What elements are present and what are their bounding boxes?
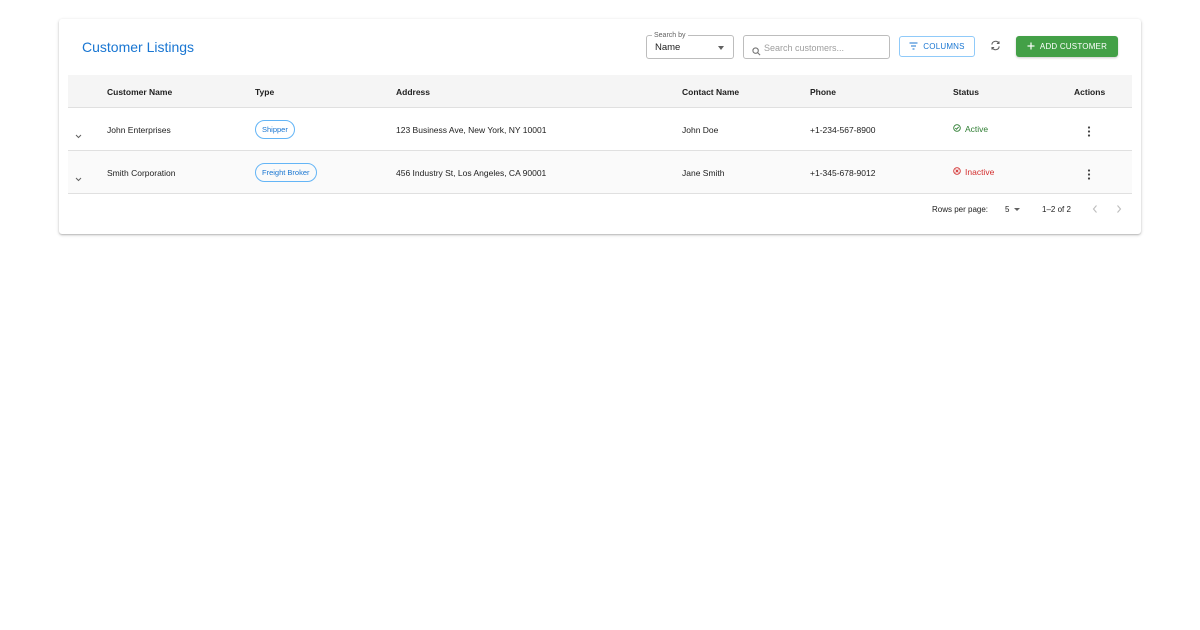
add-customer-button[interactable]: ADD CUSTOMER bbox=[1016, 36, 1118, 57]
address: 123 Business Ave, New York, NY 10001 bbox=[396, 125, 547, 135]
contact-name: Jane Smith bbox=[682, 168, 725, 178]
customer-listings-card: Customer Listings Search by Name COLUMNS… bbox=[59, 19, 1141, 234]
pagination-range: 1–2 of 2 bbox=[1042, 205, 1071, 214]
search-by-select[interactable]: Search by Name bbox=[646, 31, 734, 59]
more-vert-icon[interactable] bbox=[1087, 167, 1091, 185]
search-input[interactable] bbox=[764, 40, 884, 55]
status-badge: Active bbox=[953, 124, 988, 134]
table-row[interactable]: Smith Corporation Freight Broker 456 Ind… bbox=[68, 151, 1132, 194]
cancel-circle-icon bbox=[953, 167, 961, 177]
dropdown-arrow-icon bbox=[718, 46, 724, 50]
refresh-icon bbox=[990, 38, 1001, 56]
search-by-label: Search by bbox=[652, 31, 688, 40]
column-header-status[interactable]: Status bbox=[953, 87, 979, 97]
columns-button[interactable]: COLUMNS bbox=[899, 36, 975, 57]
column-header-phone[interactable]: Phone bbox=[810, 87, 836, 97]
refresh-button[interactable] bbox=[986, 38, 1004, 56]
check-circle-icon bbox=[953, 124, 961, 134]
plus-icon bbox=[1027, 42, 1035, 52]
filter-icon bbox=[909, 42, 918, 52]
phone: +1-345-678-9012 bbox=[810, 168, 876, 178]
type-chip: Shipper bbox=[255, 120, 295, 139]
column-header-contact-name[interactable]: Contact Name bbox=[682, 87, 739, 97]
status-badge: Inactive bbox=[953, 167, 994, 177]
customer-name: Smith Corporation bbox=[107, 168, 176, 178]
search-by-value: Name bbox=[655, 42, 681, 53]
column-header-address[interactable]: Address bbox=[396, 87, 430, 97]
column-header-customer-name[interactable]: Customer Name bbox=[107, 87, 172, 97]
dropdown-arrow-icon[interactable] bbox=[1014, 208, 1020, 211]
search-field[interactable] bbox=[743, 35, 890, 59]
more-vert-icon[interactable] bbox=[1087, 124, 1091, 142]
column-header-type[interactable]: Type bbox=[255, 87, 274, 97]
status-label: Inactive bbox=[965, 167, 995, 177]
table-row[interactable]: John Enterprises Shipper 123 Business Av… bbox=[68, 108, 1132, 151]
chevron-right-icon[interactable] bbox=[1115, 204, 1123, 216]
search-icon bbox=[752, 43, 761, 61]
columns-button-label: COLUMNS bbox=[923, 42, 965, 51]
customer-table: Customer Name Type Address Contact Name … bbox=[68, 75, 1132, 194]
column-header-actions: Actions bbox=[1074, 87, 1106, 97]
table-header: Customer Name Type Address Contact Name … bbox=[68, 75, 1132, 108]
chevron-down-icon[interactable] bbox=[75, 169, 82, 187]
add-customer-button-label: ADD CUSTOMER bbox=[1039, 42, 1108, 51]
status-label: Active bbox=[965, 124, 989, 134]
rows-per-page-label: Rows per page: bbox=[932, 205, 989, 214]
chevron-down-icon[interactable] bbox=[75, 126, 82, 144]
pagination: Rows per page: 5 1–2 of 2 bbox=[59, 204, 1141, 224]
type-chip: Freight Broker bbox=[255, 163, 317, 182]
page-title: Customer Listings bbox=[82, 39, 195, 55]
phone: +1-234-567-8900 bbox=[810, 125, 876, 135]
address: 456 Industry St, Los Angeles, CA 90001 bbox=[396, 168, 547, 178]
contact-name: John Doe bbox=[682, 125, 719, 135]
rows-per-page-select[interactable]: 5 bbox=[1005, 205, 1009, 214]
chevron-left-icon[interactable] bbox=[1091, 204, 1099, 216]
customer-name: John Enterprises bbox=[107, 125, 171, 135]
